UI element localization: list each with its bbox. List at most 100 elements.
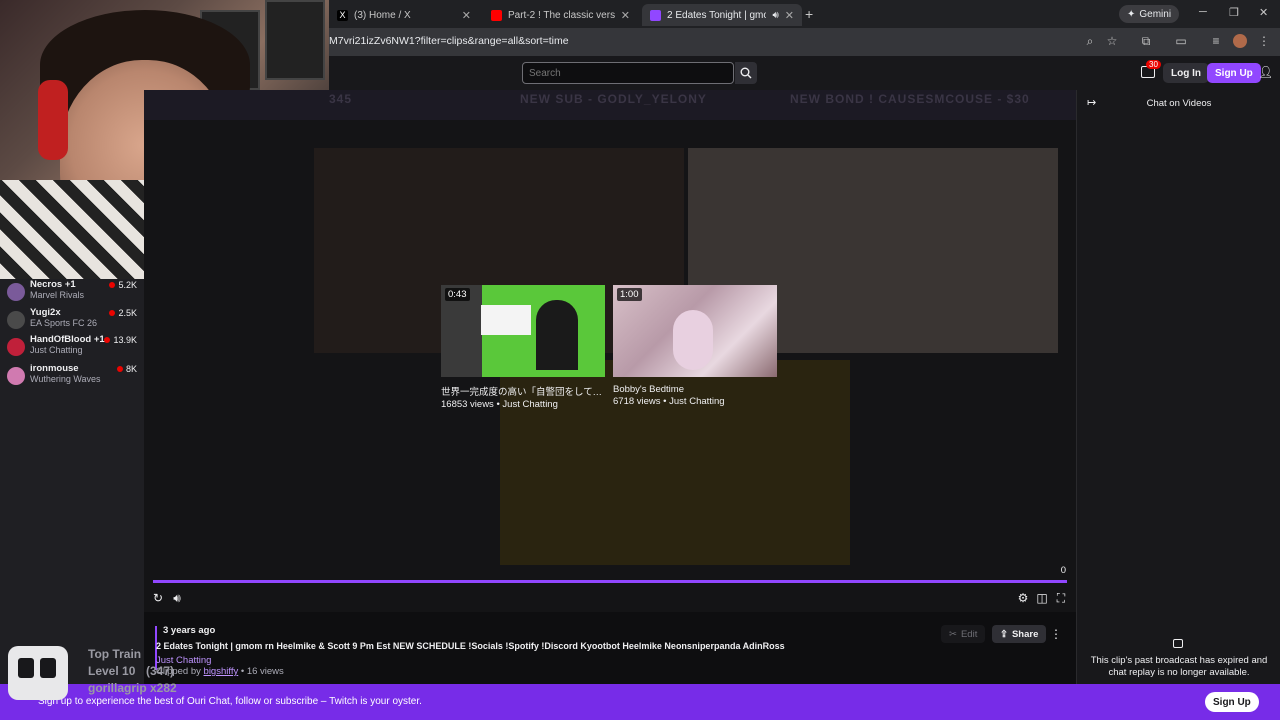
x-logo-icon: X — [337, 9, 348, 21]
sidebar-channel-necros[interactable]: Necros +1 Marvel Rivals 5.2K — [0, 279, 144, 307]
settings-gear-icon[interactable]: ⚙ — [1016, 591, 1030, 605]
overlay-text: 345 — [329, 92, 353, 106]
clip-meta: 6718 views • Just Chatting — [613, 396, 725, 407]
cast-icon[interactable]: ▭ — [1174, 34, 1188, 48]
fullscreen-icon[interactable]: ⛶ — [1054, 591, 1068, 605]
chat-panel: ↦ Chat on Videos This clip's past broadc… — [1076, 90, 1280, 684]
channel-name: Yugi2x — [30, 307, 61, 318]
live-dot-icon — [109, 310, 116, 316]
gemini-button[interactable]: ✦ Gemini — [1119, 5, 1180, 23]
minimize-icon[interactable]: ─ — [1199, 6, 1207, 18]
browser-tab-x[interactable]: X (3) Home / X ✕ — [329, 4, 479, 26]
more-menu-icon[interactable]: ⋮ — [1257, 34, 1271, 48]
browser-tab-twitch[interactable]: 2 Edates Tonight | gmom rr 🔊︎ ✕ — [642, 4, 802, 26]
login-button[interactable]: Log In — [1163, 63, 1209, 83]
train-count: (347) — [146, 664, 175, 678]
scissors-icon: ✂ — [949, 628, 957, 640]
clip-duration: 1:00 — [617, 288, 642, 301]
edit-button[interactable]: ✂ Edit — [941, 625, 986, 643]
twitch-top-nav: 30 Log In Sign Up 👤︎ — [329, 56, 1280, 90]
banner-signup-button[interactable]: Sign Up — [1205, 692, 1259, 712]
wall-poster — [265, 0, 325, 80]
zoom-icon[interactable]: ⌕ — [1083, 34, 1097, 48]
clip-info-panel: 3 years ago 2 Edates Tonight | gmom rn H… — [144, 612, 1076, 684]
media-icon[interactable]: ≡ — [1209, 34, 1223, 48]
live-dot-icon — [109, 282, 116, 288]
train-widget-icon — [8, 646, 68, 700]
avatar — [7, 367, 25, 385]
user-icon[interactable]: 👤︎ — [1258, 65, 1273, 79]
thumbnail-person — [673, 310, 713, 370]
profile-avatar[interactable] — [1233, 34, 1247, 48]
channel-game: EA Sports FC 26 — [30, 318, 98, 328]
search-icon — [740, 67, 752, 79]
viewer-count: 8K — [116, 364, 137, 374]
volume-icon[interactable]: 🔊︎ — [170, 591, 184, 605]
browser-tab-youtube[interactable]: Part-2 ! The classic version of [ ✕ — [483, 4, 638, 26]
recommended-clip[interactable]: 0:43 世界一完成度の高い「自警団をしてはいけ… 16853 views • … — [441, 285, 605, 410]
twitch-logo-icon — [650, 9, 661, 21]
window-close-icon[interactable]: ✕ — [1259, 6, 1268, 19]
sidebar-channel-handofblood[interactable]: HandOfBlood +1 Just Chatting 13.9K — [0, 334, 144, 362]
close-icon[interactable]: ✕ — [621, 9, 630, 22]
train-level: Level 10 — [88, 664, 136, 678]
overlay-text: NEW BOND ! CAUSESMCOUSE - $30 — [790, 92, 1030, 106]
signup-button[interactable]: Sign Up — [1207, 63, 1261, 83]
progress-bar[interactable] — [153, 580, 1067, 583]
train-title: Top Train — [88, 647, 142, 661]
time-counter: 0 — [1060, 565, 1066, 576]
clipper-link[interactable]: bigshiffy — [204, 666, 239, 677]
close-icon[interactable]: ✕ — [462, 9, 471, 22]
more-options-icon[interactable]: ⋮ — [1050, 627, 1062, 641]
viewer-count: 13.9K — [104, 335, 137, 345]
channel-name: ironmouse — [30, 363, 79, 374]
signup-banner: Sign up to experience the best of Ouri C… — [0, 684, 1280, 720]
clip-title[interactable]: Bobby's Bedtime — [613, 384, 777, 395]
bookmark-star-icon[interactable]: ☆ — [1105, 34, 1119, 48]
train-user: gorillagrip x282 — [88, 681, 177, 695]
channel-game: Just Chatting — [30, 345, 83, 355]
chat-header: Chat on Videos — [1146, 97, 1212, 109]
avatar — [7, 338, 25, 356]
sparkle-icon: ✦ — [1127, 8, 1136, 20]
search-input[interactable] — [522, 62, 734, 84]
theatre-mode-icon[interactable]: ◫ — [1035, 591, 1049, 605]
new-tab-button[interactable]: + — [805, 6, 813, 22]
avatar — [7, 311, 25, 329]
clip-thumbnail[interactable]: 1:00 — [613, 285, 777, 377]
tab-label: Part-2 ! The classic version of [ — [508, 9, 615, 21]
sidebar-channel-yugi2x[interactable]: Yugi2x EA Sports FC 26 2.5K — [0, 307, 144, 335]
headset — [38, 80, 68, 160]
chat-unavailable-icon — [1173, 639, 1183, 648]
sidebar-channel-ironmouse[interactable]: ironmouse Wuthering Waves 8K — [0, 363, 144, 391]
viewer-count: 2.5K — [109, 308, 137, 318]
restore-icon[interactable]: ❐ — [1229, 6, 1239, 19]
share-button[interactable]: ⇪ Share — [992, 625, 1047, 643]
browser-tab-bar: X (3) Home / X ✕ Part-2 ! The classic ve… — [329, 0, 1280, 28]
share-icon: ⇪ — [1000, 628, 1008, 640]
channel-name: Necros +1 — [30, 279, 76, 290]
search-button[interactable] — [735, 62, 757, 84]
followed-channels-sidebar: Necros +1 Marvel Rivals 5.2K Yugi2x EA S… — [0, 279, 144, 684]
extensions-icon[interactable]: ⧉ — [1139, 34, 1153, 48]
clip-meta: 16853 views • Just Chatting — [441, 399, 558, 410]
close-icon[interactable]: ✕ — [785, 9, 794, 22]
replay-icon[interactable]: ↻ — [151, 591, 165, 605]
clip-age: 3 years ago — [163, 625, 216, 636]
url-field[interactable]: M7vri21izZv6NW1?filter=clips&range=all&s… — [329, 35, 569, 47]
video-player[interactable]: 345 NEW SUB - GODLY_YELONY NEW BOND ! CA… — [144, 90, 1076, 612]
avatar — [7, 283, 25, 301]
clip-title[interactable]: 世界一完成度の高い「自警団をしてはいけ… — [441, 384, 605, 398]
notification-badge: 30 — [1146, 60, 1161, 69]
channel-name: HandOfBlood +1 — [30, 334, 105, 345]
recommended-clip[interactable]: 1:00 Bobby's Bedtime 6718 views • Just C… — [613, 285, 777, 407]
chat-unavailable-message: This clip's past broadcast has expired a… — [1090, 655, 1268, 678]
speaker-icon[interactable]: 🔊︎ — [772, 10, 778, 21]
clip-title: 2 Edates Tonight | gmom rn Heelmike & Sc… — [156, 641, 785, 651]
youtube-logo-icon — [491, 9, 502, 21]
viewer-count: 5.2K — [109, 280, 137, 290]
live-dot-icon — [104, 337, 111, 343]
clip-thumbnail[interactable]: 0:43 — [441, 285, 605, 377]
channel-game: Marvel Rivals — [30, 290, 85, 300]
channel-game: Wuthering Waves — [30, 374, 101, 384]
